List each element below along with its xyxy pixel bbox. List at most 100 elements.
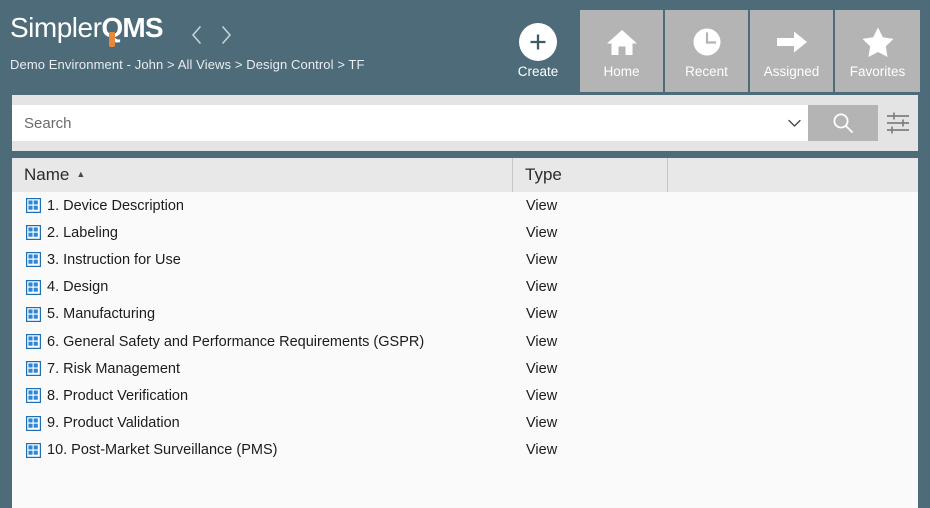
grid-view-icon [26, 198, 41, 214]
row-name-label: 9. Product Validation [47, 415, 180, 432]
search-input[interactable] [12, 106, 780, 140]
primary-navigation: Create Home Recent Assigned Favorites [502, 10, 920, 92]
column-header-name[interactable]: Name ▲ [12, 158, 512, 192]
logo-accent-bar [108, 32, 115, 47]
search-submit-button[interactable] [808, 105, 878, 141]
column-header-type[interactable]: Type [512, 158, 667, 192]
cell-type: View [512, 198, 667, 214]
forward-button[interactable] [215, 22, 237, 48]
table-row[interactable]: 4. Design View [12, 273, 918, 301]
cell-type: View [512, 225, 667, 241]
row-name-label: 3. Instruction for Use [47, 251, 181, 268]
row-type-label: View [526, 415, 558, 432]
magnifier-icon [833, 113, 853, 133]
filter-sliders-icon [887, 112, 909, 134]
row-type-label: View [526, 251, 558, 268]
row-name-label: 1. Device Description [47, 197, 184, 214]
row-type-label: View [526, 333, 558, 350]
cell-name: 9. Product Validation [12, 415, 512, 431]
nav-item-assigned[interactable]: Assigned [750, 10, 835, 92]
grid-view-icon [26, 415, 41, 431]
row-name-label: 7. Risk Management [47, 360, 180, 377]
nav-item-home[interactable]: Home [580, 10, 665, 92]
logo-text-simpler: Simpler [10, 12, 102, 43]
chevron-right-icon [221, 26, 231, 44]
table-row[interactable]: 1. Device Description View [12, 192, 918, 220]
cell-type: View [512, 361, 667, 377]
nav-label-favorites: Favorites [849, 64, 906, 79]
chevron-down-icon [787, 119, 801, 127]
nav-label-assigned: Assigned [763, 64, 820, 79]
nav-item-favorites[interactable]: Favorites [835, 10, 920, 92]
row-name-label: 6. General Safety and Performance Requir… [47, 333, 425, 350]
cell-name: 4. Design [12, 279, 512, 295]
column-header-type-label: Type [525, 165, 562, 184]
row-name-label: 5. Manufacturing [47, 306, 156, 323]
search-dropdown-toggle[interactable] [780, 106, 808, 140]
clock-icon [693, 28, 720, 56]
table-row[interactable]: 6. General Safety and Performance Requir… [12, 327, 918, 356]
favorites-icon-wrap [861, 22, 895, 62]
app-logo[interactable]: SimplerQ MS [10, 12, 164, 47]
row-type-label: View [526, 360, 558, 377]
chevron-left-icon [191, 26, 201, 44]
grid-view-icon [26, 334, 41, 350]
row-type-label: View [526, 387, 558, 404]
table-row[interactable]: 5. Manufacturing View [12, 300, 918, 328]
cell-name: 10. Post-Market Surveillance (PMS) [12, 442, 512, 458]
row-name-label: 2. Labeling [47, 224, 118, 241]
column-header-empty[interactable] [667, 158, 918, 192]
create-button[interactable]: Create [502, 10, 574, 92]
table-header-row: Name ▲ Type [12, 158, 918, 192]
create-label: Create [517, 64, 559, 79]
table-row[interactable]: 9. Product Validation View [12, 409, 918, 437]
cell-type: View [512, 442, 667, 458]
grid-view-icon [26, 306, 41, 322]
views-table: Name ▲ Type 1. Device Description View 2… [12, 158, 918, 508]
table-row[interactable]: 10. Post-Market Surveillance (PMS) View [12, 436, 918, 464]
search-container [12, 95, 918, 151]
row-type-label: View [526, 442, 558, 459]
row-type-label: View [526, 197, 558, 214]
assigned-icon-wrap [775, 22, 809, 62]
table-row[interactable]: 3. Instruction for Use View [12, 246, 918, 274]
cell-type: View [512, 388, 667, 404]
row-type-label: View [526, 279, 558, 296]
cell-name: 3. Instruction for Use [12, 252, 512, 268]
back-button[interactable] [185, 22, 207, 48]
breadcrumb[interactable]: Demo Environment - John > All Views > De… [10, 57, 365, 72]
table-body: 1. Device Description View 2. Labeling V… [12, 192, 918, 464]
cell-name: 1. Device Description [12, 198, 512, 214]
application-window: SimplerQ MS Demo Environment - John > All… [0, 0, 930, 508]
table-row[interactable]: 8. Product Verification View [12, 382, 918, 410]
row-name-label: 4. Design [47, 279, 109, 296]
cell-name: 7. Risk Management [12, 361, 512, 377]
grid-view-icon [26, 442, 41, 458]
create-icon-wrap [519, 22, 557, 62]
cell-type: View [512, 415, 667, 431]
sort-ascending-icon: ▲ [76, 168, 86, 179]
arrow-right-icon [776, 31, 807, 53]
cell-name: 5. Manufacturing [12, 306, 512, 322]
cell-type: View [512, 252, 667, 268]
row-type-label: View [526, 224, 558, 241]
search-field-group [12, 105, 808, 141]
grid-view-icon [26, 361, 41, 377]
table-row[interactable]: 2. Labeling View [12, 219, 918, 247]
row-name-label: 8. Product Verification [47, 387, 189, 404]
history-navigation [185, 22, 237, 48]
nav-item-recent[interactable]: Recent [665, 10, 750, 92]
logo-text-ms: MS [122, 12, 163, 43]
grid-view-icon [26, 279, 41, 295]
cell-name: 2. Labeling [12, 225, 512, 241]
top-header-bar: SimplerQ MS Demo Environment - John > All… [0, 0, 930, 95]
home-icon [606, 29, 637, 55]
table-row[interactable]: 7. Risk Management View [12, 355, 918, 383]
nav-label-home: Home [603, 64, 640, 79]
search-bar-region [0, 95, 930, 151]
nav-label-recent: Recent [685, 64, 728, 79]
logo-text-q: Q [101, 12, 123, 47]
filter-settings-button[interactable] [878, 95, 918, 151]
row-type-label: View [526, 306, 558, 323]
grid-view-icon [26, 252, 41, 268]
